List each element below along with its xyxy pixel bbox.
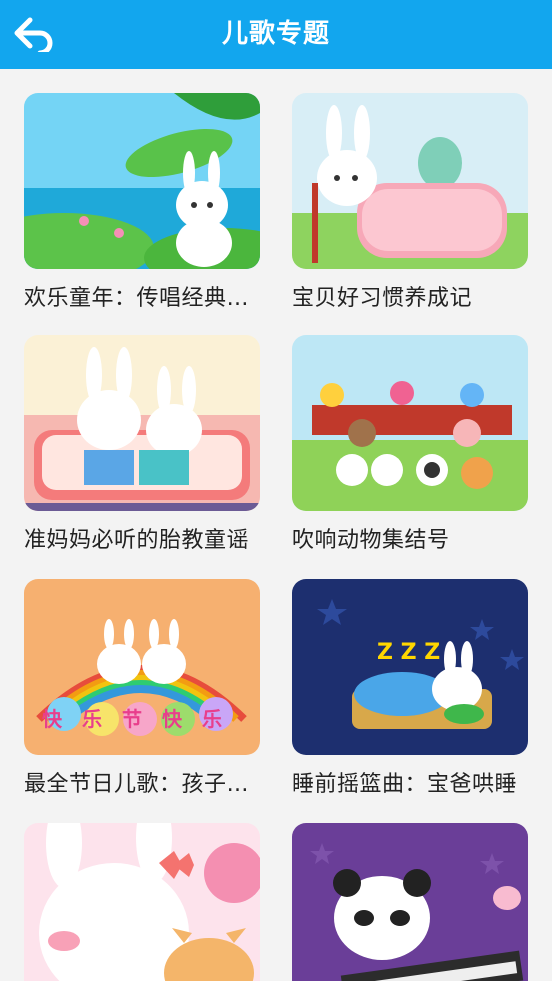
- topic-card[interactable]: 准妈妈必听的胎教童谣: [24, 335, 260, 554]
- topic-thumbnail: [24, 93, 260, 269]
- topic-title: 宝贝好习惯养成记: [292, 286, 473, 311]
- topic-thumbnail: [24, 823, 260, 981]
- sleep-z-text: Z Z Z: [377, 640, 440, 665]
- topic-grid: 欢乐童年：传唱经典儿歌 宝贝好习惯养成记 准妈妈必听的胎教童谣 吹响动物集结号 …: [0, 69, 552, 981]
- topic-card[interactable]: 宝贝好习惯养成记: [292, 93, 528, 312]
- page-title: 儿歌专题: [221, 19, 330, 49]
- topic-card[interactable]: 欢乐童年：传唱经典儿歌: [24, 93, 260, 312]
- topic-thumbnail: [24, 335, 260, 511]
- app-header: 儿歌专题: [0, 0, 552, 69]
- topic-title: 欢乐童年：传唱经典儿歌: [24, 286, 260, 311]
- topic-thumbnail: [292, 335, 528, 511]
- topic-card[interactable]: [292, 823, 528, 981]
- topic-thumbnail: Z Z Z: [292, 579, 528, 755]
- topic-thumbnail: [292, 823, 528, 981]
- topic-title: 睡前摇篮曲：宝爸哄睡: [292, 772, 518, 797]
- topic-thumbnail: 快乐节快乐: [24, 579, 260, 755]
- topic-title: 吹响动物集结号: [292, 528, 450, 553]
- topic-card[interactable]: 快乐节快乐 最全节日儿歌：孩子们的快乐: [24, 579, 260, 798]
- topic-title: 准妈妈必听的胎教童谣: [24, 528, 250, 553]
- topic-card[interactable]: [24, 823, 260, 981]
- festival-text: 快乐节快乐: [42, 707, 242, 731]
- topic-card[interactable]: 吹响动物集结号: [292, 335, 528, 554]
- topic-card[interactable]: Z Z Z 睡前摇篮曲：宝爸哄睡: [292, 579, 528, 798]
- topic-thumbnail: [292, 93, 528, 269]
- topic-title: 最全节日儿歌：孩子们的快乐: [24, 772, 260, 797]
